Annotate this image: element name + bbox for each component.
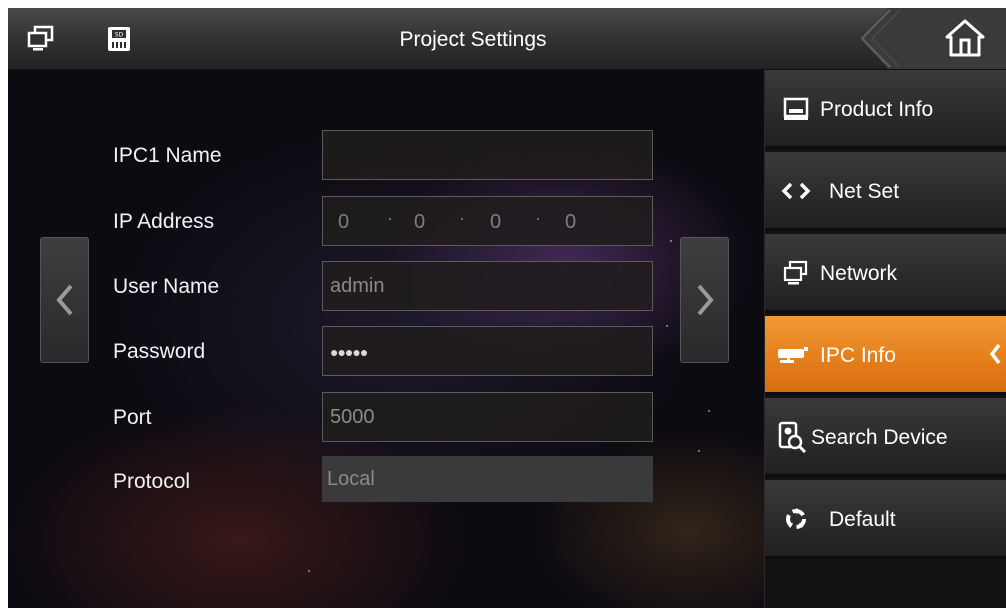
port-label: Port (113, 406, 152, 429)
ip-address-row: IP Address 0 · 0 · 0 · 0 (8, 196, 764, 248)
selected-indicator-icon (989, 343, 1001, 370)
net-set-icon (781, 176, 811, 206)
ip-address-field[interactable]: 0 · 0 · 0 · 0 (322, 196, 653, 246)
protocol-field: Local (322, 456, 653, 502)
sidebar-item-product-info[interactable]: Product Info (765, 70, 1006, 149)
sidebar: Product Info Net Set Network IPC Info Se… (764, 70, 1006, 608)
sidebar-item-search-device[interactable]: Search Device (765, 398, 1006, 477)
ip-separator: · (535, 208, 541, 228)
star (698, 450, 700, 452)
ipc-name-field[interactable] (322, 130, 653, 180)
user-name-label: User Name (113, 275, 220, 298)
ipc-name-row: IPC1 Name (8, 130, 764, 182)
sidebar-item-label: Product Info (820, 98, 934, 121)
port-field[interactable]: 5000 (322, 392, 653, 442)
ip-separator: · (387, 208, 393, 228)
product-info-icon (781, 94, 811, 124)
password-row: Password ●●●●● (8, 326, 764, 378)
protocol-row: Protocol Local (8, 456, 764, 508)
sidebar-item-network[interactable]: Network (765, 234, 1006, 313)
user-name-row: User Name admin (8, 261, 764, 313)
sidebar-item-label: Net Set (829, 180, 900, 203)
top-bar: SD Project Settings (8, 8, 1006, 70)
home-icon (944, 18, 986, 63)
settings-panel: IPC1 Name IP Address 0 · 0 · 0 · 0 User … (8, 70, 764, 608)
protocol-label: Protocol (113, 470, 191, 493)
star (308, 570, 310, 572)
network-icon (781, 258, 811, 288)
user-name-field[interactable]: admin (322, 261, 653, 311)
password-label: Password (113, 340, 206, 363)
sidebar-item-label: IPC Info (820, 344, 896, 367)
sidebar-item-net-set[interactable]: Net Set (765, 152, 1006, 231)
port-row: Port 5000 (8, 392, 764, 444)
password-field[interactable]: ●●●●● (322, 326, 653, 376)
ip-octet-3[interactable]: 0 (490, 197, 501, 247)
camera-icon (775, 340, 819, 370)
ip-octet-1[interactable]: 0 (338, 197, 349, 247)
search-device-icon (777, 421, 807, 453)
screen: SD Project Settings IPC1 Name IP Address… (8, 8, 1006, 608)
sidebar-item-ipc-info[interactable]: IPC Info (765, 316, 1006, 395)
ipc-name-label: IPC1 Name (113, 144, 222, 167)
password-mask: ●●●●● (330, 344, 368, 360)
sidebar-item-label: Network (820, 262, 898, 285)
ip-separator: · (459, 208, 465, 228)
ip-octet-4[interactable]: 0 (565, 197, 576, 247)
home-button[interactable] (850, 8, 1006, 69)
sidebar-item-default[interactable]: Default (765, 480, 1006, 559)
sidebar-item-label: Default (829, 508, 896, 531)
ip-address-label: IP Address (113, 210, 215, 233)
sidebar-item-label: Search Device (811, 426, 948, 449)
ip-octet-2[interactable]: 0 (414, 197, 425, 247)
page-title: Project Settings (399, 28, 547, 51)
recycle-icon (781, 504, 811, 534)
